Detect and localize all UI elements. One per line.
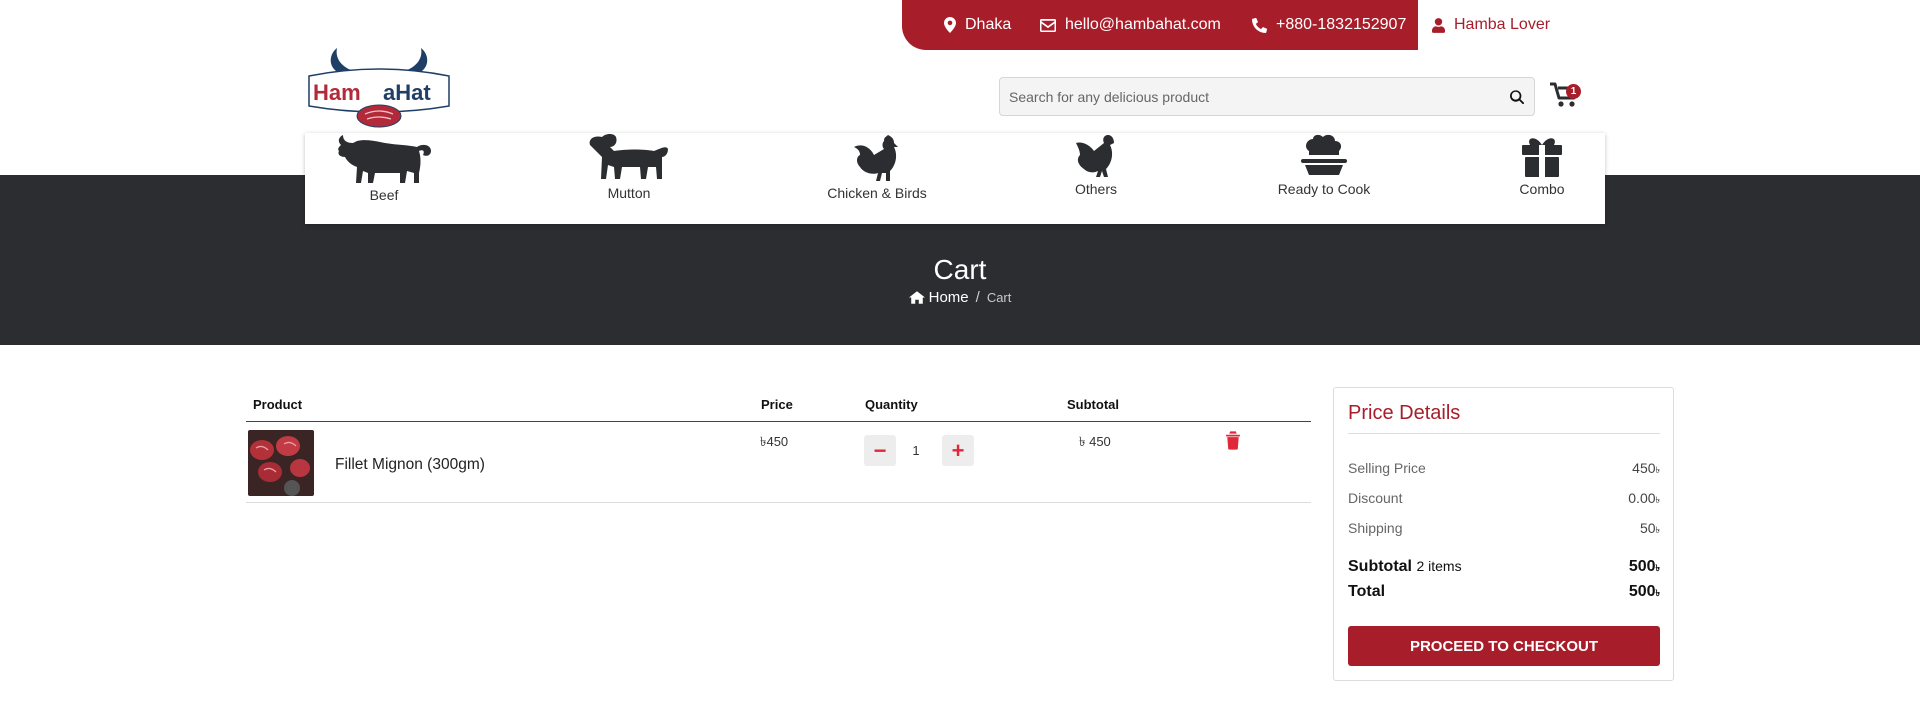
- product-image[interactable]: [248, 430, 314, 496]
- product-name[interactable]: Fillet Mignon (300gm): [335, 456, 485, 474]
- shipping-value: 50: [1639, 520, 1656, 536]
- price-details-title: Price Details: [1348, 402, 1461, 424]
- discount-value: 0.00: [1628, 490, 1656, 506]
- search-bar: [999, 77, 1535, 116]
- quantity-value[interactable]: 1: [906, 443, 926, 458]
- card-divider: [1348, 433, 1660, 434]
- checkout-button[interactable]: PROCEED TO CHECKOUT: [1348, 626, 1660, 666]
- page-title: Cart: [933, 254, 987, 285]
- phone-icon: [1252, 17, 1267, 33]
- category-beef[interactable]: Beef: [333, 133, 435, 224]
- category-others[interactable]: Others: [1069, 133, 1123, 224]
- category-mutton[interactable]: Mutton: [585, 133, 673, 224]
- breadcrumb: Home / Cart: [0, 289, 1920, 306]
- row-divider: [246, 502, 1311, 503]
- selling-price-label: Selling Price: [1348, 460, 1426, 476]
- total-label: Total: [1348, 583, 1386, 600]
- quantity-increase-button[interactable]: +: [942, 435, 974, 466]
- total-row: Total 500৳: [1348, 583, 1660, 601]
- subtotal-label: Subtotal: [1348, 558, 1412, 575]
- category-label[interactable]: Chicken & Birds: [827, 185, 927, 201]
- goat-icon: [589, 134, 668, 179]
- breadcrumb-home[interactable]: Home: [908, 289, 969, 306]
- category-chicken-birds[interactable]: Chicken & Birds: [823, 133, 931, 224]
- search-icon: [1510, 89, 1524, 104]
- header-price: Price: [761, 397, 793, 412]
- top-contact-bar: Dhaka hello@hambahat.com +880-1832152907…: [902, 0, 1568, 50]
- total-value: 500: [1628, 583, 1656, 600]
- category-nav: Beef Mutton Chicken & Birds Others Ready…: [305, 133, 1605, 224]
- category-ready-to-cook[interactable]: Ready to Cook: [1275, 133, 1373, 224]
- currency-symbol: ৳: [1655, 525, 1660, 535]
- user-icon: [1432, 17, 1445, 33]
- currency-symbol: ৳: [1655, 495, 1660, 505]
- brand-logo[interactable]: Ham aHat: [305, 48, 453, 130]
- chef-hat-icon: [1301, 134, 1347, 175]
- product-subtotal: ৳ 450: [1079, 434, 1111, 449]
- header-divider: [246, 421, 1311, 422]
- category-label[interactable]: Combo: [1519, 181, 1564, 197]
- selling-price-row: Selling Price 450৳: [1348, 460, 1660, 478]
- subtotal-items: 2 items: [1416, 558, 1462, 574]
- logo-text-left: Ham: [313, 80, 361, 105]
- phone-item[interactable]: +880-1832152907: [1252, 0, 1406, 50]
- currency-symbol: ৳: [1655, 563, 1660, 573]
- category-label[interactable]: Mutton: [608, 185, 651, 201]
- gift-icon: [1522, 138, 1562, 177]
- user-account[interactable]: Hamba Lover: [1418, 0, 1568, 50]
- category-combo[interactable]: Combo: [1515, 133, 1569, 224]
- subtotal-value: 500: [1628, 558, 1656, 575]
- selling-price-value: 450: [1632, 460, 1656, 476]
- home-icon: [908, 291, 925, 304]
- search-input[interactable]: [1000, 78, 1500, 115]
- location-item: Dhaka: [944, 0, 1011, 50]
- shipping-label: Shipping: [1348, 520, 1403, 536]
- envelope-icon: [1040, 18, 1056, 32]
- breadcrumb-separator: /: [975, 289, 980, 306]
- discount-label: Discount: [1348, 490, 1403, 506]
- header-subtotal: Subtotal: [1067, 397, 1119, 412]
- location-text: Dhaka: [965, 16, 1012, 33]
- bull-icon: [338, 135, 431, 183]
- currency-symbol: ৳: [1655, 588, 1660, 598]
- breadcrumb-current: Cart: [986, 290, 1012, 305]
- phone-text[interactable]: +880-1832152907: [1276, 16, 1406, 34]
- cart-count-badge: 1: [1566, 84, 1581, 99]
- category-label[interactable]: Beef: [370, 187, 399, 203]
- subtotal-row: Subtotal 2 items 500৳: [1348, 558, 1660, 576]
- breadcrumb-home-label[interactable]: Home: [929, 289, 969, 306]
- category-label[interactable]: Others: [1075, 181, 1117, 197]
- shipping-row: Shipping 50৳: [1348, 520, 1660, 538]
- header-product: Product: [253, 397, 303, 412]
- logo-text-right: aHat: [383, 80, 431, 105]
- category-label[interactable]: Ready to Cook: [1278, 181, 1371, 197]
- header-quantity: Quantity: [865, 397, 918, 412]
- trash-icon[interactable]: [1225, 431, 1241, 450]
- map-pin-icon: [944, 17, 956, 33]
- discount-row: Discount 0.00৳: [1348, 490, 1660, 508]
- user-name[interactable]: Hamba Lover: [1454, 16, 1550, 34]
- product-price: ৳450: [760, 434, 789, 449]
- currency-symbol: ৳: [1655, 465, 1660, 475]
- price-details-card: Price Details Selling Price 450৳ Discoun…: [1333, 387, 1674, 681]
- email-item[interactable]: hello@hambahat.com: [1040, 0, 1221, 50]
- email-text[interactable]: hello@hambahat.com: [1065, 16, 1221, 34]
- search-button[interactable]: [1500, 78, 1534, 115]
- bird-icon: [1076, 135, 1114, 177]
- quantity-decrease-button[interactable]: −: [864, 435, 896, 466]
- rooster-icon: [854, 135, 898, 181]
